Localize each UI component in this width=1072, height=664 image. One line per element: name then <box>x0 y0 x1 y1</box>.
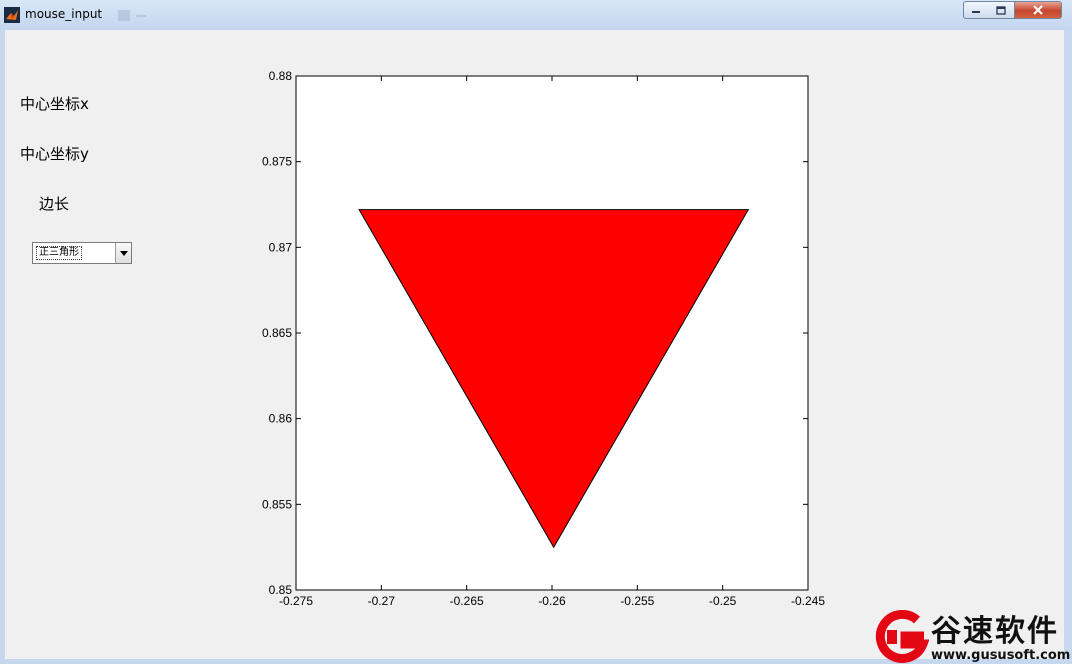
y-tick-label: 0.875 <box>262 155 292 169</box>
x-tick-label: -0.265 <box>450 594 484 608</box>
x-tick-label: -0.245 <box>791 594 825 608</box>
watermark: 谷速软件 www.gususoft.com <box>873 604 1072 664</box>
y-tick-label: 0.865 <box>262 326 292 340</box>
y-tick-label: 0.86 <box>269 412 293 426</box>
plot-axes[interactable]: -0.275 -0.27 -0.265 -0.26 -0.255 -0.25 -0.2450… <box>0 0 1072 664</box>
x-tick-label: -0.25 <box>709 594 737 608</box>
y-tick-label: 0.85 <box>269 583 293 597</box>
x-tick-label: -0.27 <box>368 594 396 608</box>
y-tick-label: 0.855 <box>262 497 292 511</box>
x-tick-label: -0.26 <box>538 594 566 608</box>
x-tick-label: -0.255 <box>620 594 654 608</box>
y-tick-label: 0.88 <box>269 69 293 83</box>
watermark-url: www.gususoft.com <box>931 648 1071 663</box>
y-tick-label: 0.87 <box>269 240 293 254</box>
gusu-logo-icon <box>875 610 929 663</box>
watermark-name: 谷速软件 <box>931 614 1059 649</box>
